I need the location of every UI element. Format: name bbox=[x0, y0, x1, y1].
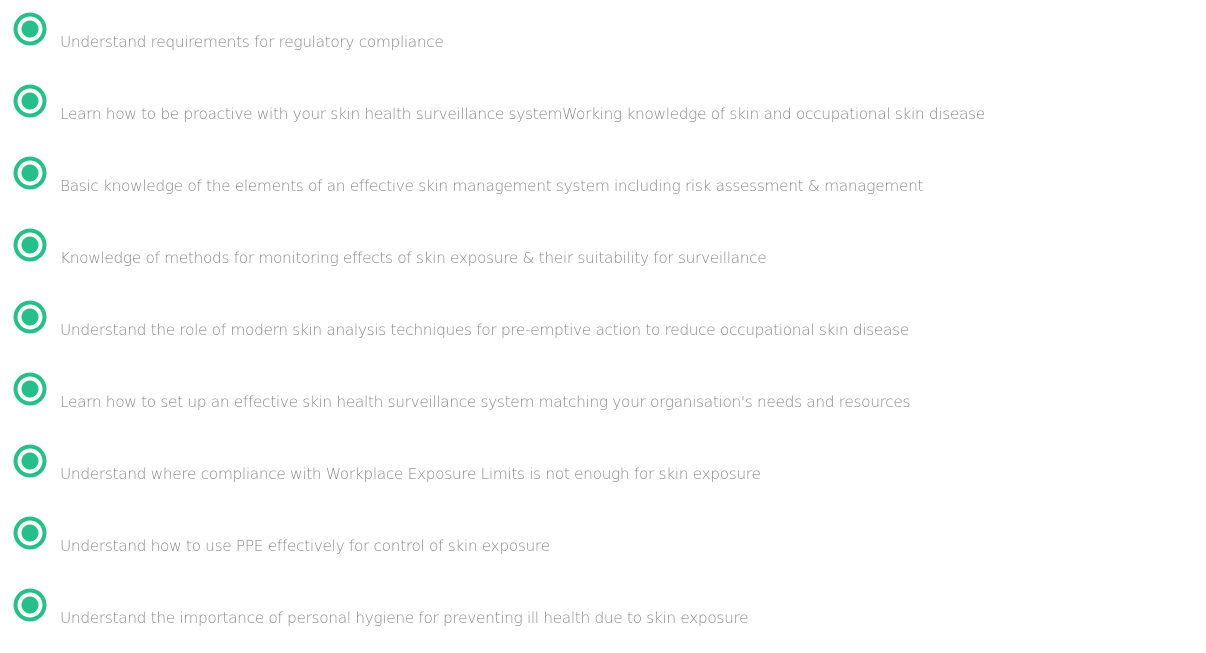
list-item: Learn how to be proactive with your skin… bbox=[0, 72, 1206, 144]
list-item: Understand how to use PPE effectively fo… bbox=[0, 504, 1206, 576]
list-item-label: Understand how to use PPE effectively fo… bbox=[60, 537, 550, 555]
target-icon bbox=[12, 587, 48, 623]
list-item: Knowledge of methods for monitoring effe… bbox=[0, 216, 1206, 288]
list-item-label: Understand requirements for regulatory c… bbox=[60, 33, 444, 51]
target-icon bbox=[12, 155, 48, 191]
list-item-label: Knowledge of methods for monitoring effe… bbox=[60, 249, 767, 267]
list-item-label: Understand the role of modern skin analy… bbox=[60, 321, 909, 339]
list-item-label: Learn how to be proactive with your skin… bbox=[60, 105, 985, 123]
list-item: Basic knowledge of the elements of an ef… bbox=[0, 144, 1206, 216]
list-item-label: Understand the importance of personal hy… bbox=[60, 609, 749, 627]
target-icon bbox=[12, 11, 48, 47]
target-icon bbox=[12, 83, 48, 119]
target-icon bbox=[12, 443, 48, 479]
list-item: Learn how to set up an effective skin he… bbox=[0, 360, 1206, 432]
target-icon bbox=[12, 227, 48, 263]
target-icon bbox=[12, 515, 48, 551]
list-item: Understand the role of modern skin analy… bbox=[0, 288, 1206, 360]
list-item-label: Understand where compliance with Workpla… bbox=[60, 465, 761, 483]
list-item: Understand the importance of personal hy… bbox=[0, 576, 1206, 648]
list-item: Understand requirements for regulatory c… bbox=[0, 0, 1206, 72]
list-item: Understand where compliance with Workpla… bbox=[0, 432, 1206, 504]
target-icon bbox=[12, 299, 48, 335]
target-icon bbox=[12, 371, 48, 407]
list-item-label: Basic knowledge of the elements of an ef… bbox=[60, 177, 924, 195]
list-item-label: Learn how to set up an effective skin he… bbox=[60, 393, 911, 411]
objectives-list: Understand requirements for regulatory c… bbox=[0, 0, 1206, 648]
